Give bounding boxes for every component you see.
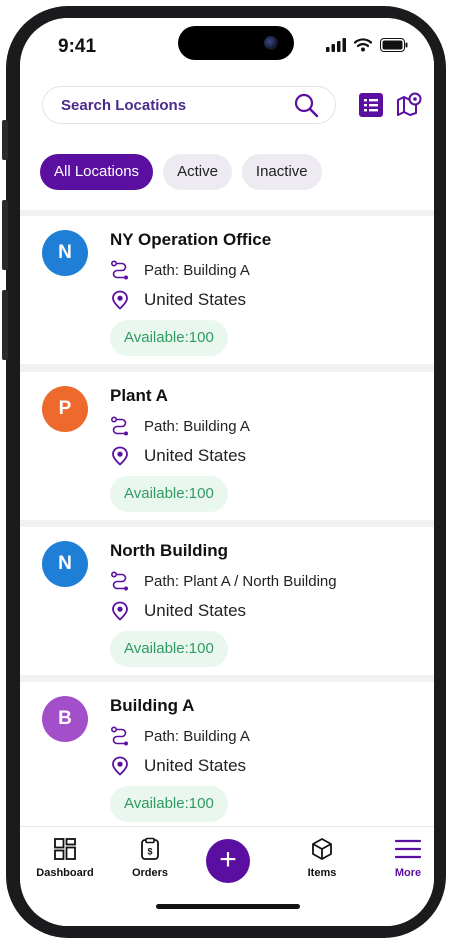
country-row: United States	[110, 601, 246, 621]
dashboard-icon	[54, 838, 76, 860]
location-card[interactable]: N NY Operation Office Path: Building A U…	[20, 216, 434, 364]
filter-chip-all-locations[interactable]: All Locations	[40, 154, 154, 190]
nav-dashboard[interactable]: Dashboard	[25, 837, 105, 879]
location-card[interactable]: P Plant A Path: Building A United States…	[20, 372, 434, 520]
nav-label: More	[394, 867, 422, 879]
route-icon	[110, 416, 128, 436]
route-icon	[110, 571, 128, 591]
location-country: United States	[144, 756, 247, 775]
location-country: United States	[144, 290, 247, 309]
nav-label: Dashboard	[36, 867, 94, 879]
camera-icon	[264, 36, 278, 50]
status-icons	[326, 38, 408, 52]
map-view-icon[interactable]	[396, 92, 422, 118]
nav-label: Items	[307, 867, 337, 879]
location-name: NY Operation Office	[110, 230, 272, 249]
map-pin-icon	[112, 446, 128, 466]
location-name: Plant A	[110, 386, 168, 405]
location-card[interactable]: B Building A Path: Building A United Sta…	[20, 682, 434, 830]
app-screen: 9:41 Search Locations All Locations Acti…	[20, 18, 434, 926]
country-row: United States	[110, 756, 246, 776]
battery-icon	[380, 38, 408, 52]
menu-icon	[395, 839, 421, 859]
filter-chip-active[interactable]: Active	[163, 154, 232, 190]
side-button-mute	[2, 120, 8, 160]
availability-badge: Available:100	[110, 320, 228, 356]
list-view-icon[interactable]	[358, 92, 384, 118]
search-placeholder: Search Locations	[61, 96, 187, 114]
location-path: Path: Building A	[144, 261, 250, 279]
country-row: United States	[110, 290, 246, 310]
availability-badge: Available:100	[110, 631, 228, 667]
nav-items[interactable]: Items	[282, 837, 362, 879]
location-card[interactable]: N North Building Path: Plant A / North B…	[20, 527, 434, 675]
header: 9:41 Search Locations All Locations Acti…	[20, 18, 434, 210]
add-button[interactable]: +	[206, 839, 250, 883]
signal-icon	[326, 38, 346, 52]
location-path: Path: Plant A / North Building	[144, 572, 337, 590]
search-icon[interactable]	[293, 92, 319, 118]
svg-text:$: $	[147, 847, 152, 857]
map-pin-icon	[112, 290, 128, 310]
map-pin-icon	[112, 601, 128, 621]
route-icon	[110, 726, 128, 746]
path-row: Path: Plant A / North Building	[110, 571, 337, 591]
filter-chip-inactive[interactable]: Inactive	[241, 154, 322, 190]
dynamic-island	[178, 26, 294, 60]
filter-chips: All Locations Active Inactive	[40, 154, 322, 190]
location-name: Building A	[110, 696, 195, 715]
avatar: N	[42, 541, 88, 587]
availability-badge: Available:100	[110, 786, 228, 822]
location-path: Path: Building A	[144, 727, 250, 745]
home-indicator	[156, 904, 300, 909]
nav-label: Orders	[131, 867, 169, 879]
bottom-nav: Dashboard $ Orders + Items More	[20, 826, 434, 926]
items-icon	[312, 838, 332, 860]
map-pin-icon	[112, 756, 128, 776]
location-country: United States	[144, 446, 247, 465]
location-path: Path: Building A	[144, 417, 250, 435]
search-input[interactable]: Search Locations	[42, 86, 336, 124]
wifi-icon	[354, 38, 372, 52]
country-row: United States	[110, 446, 246, 466]
availability-badge: Available:100	[110, 476, 228, 512]
side-button-volume-down	[2, 290, 8, 360]
location-country: United States	[144, 601, 247, 620]
orders-icon: $	[141, 837, 159, 860]
side-button-volume-up	[2, 200, 8, 270]
path-row: Path: Building A	[110, 260, 250, 280]
location-name: North Building	[110, 541, 229, 560]
avatar: N	[42, 230, 88, 276]
path-row: Path: Building A	[110, 416, 250, 436]
nav-more[interactable]: More	[368, 837, 434, 879]
avatar: B	[42, 696, 88, 742]
status-time: 9:41	[58, 36, 97, 57]
avatar: P	[42, 386, 88, 432]
path-row: Path: Building A	[110, 726, 250, 746]
route-icon	[110, 260, 128, 280]
nav-orders[interactable]: $ Orders	[110, 837, 190, 879]
